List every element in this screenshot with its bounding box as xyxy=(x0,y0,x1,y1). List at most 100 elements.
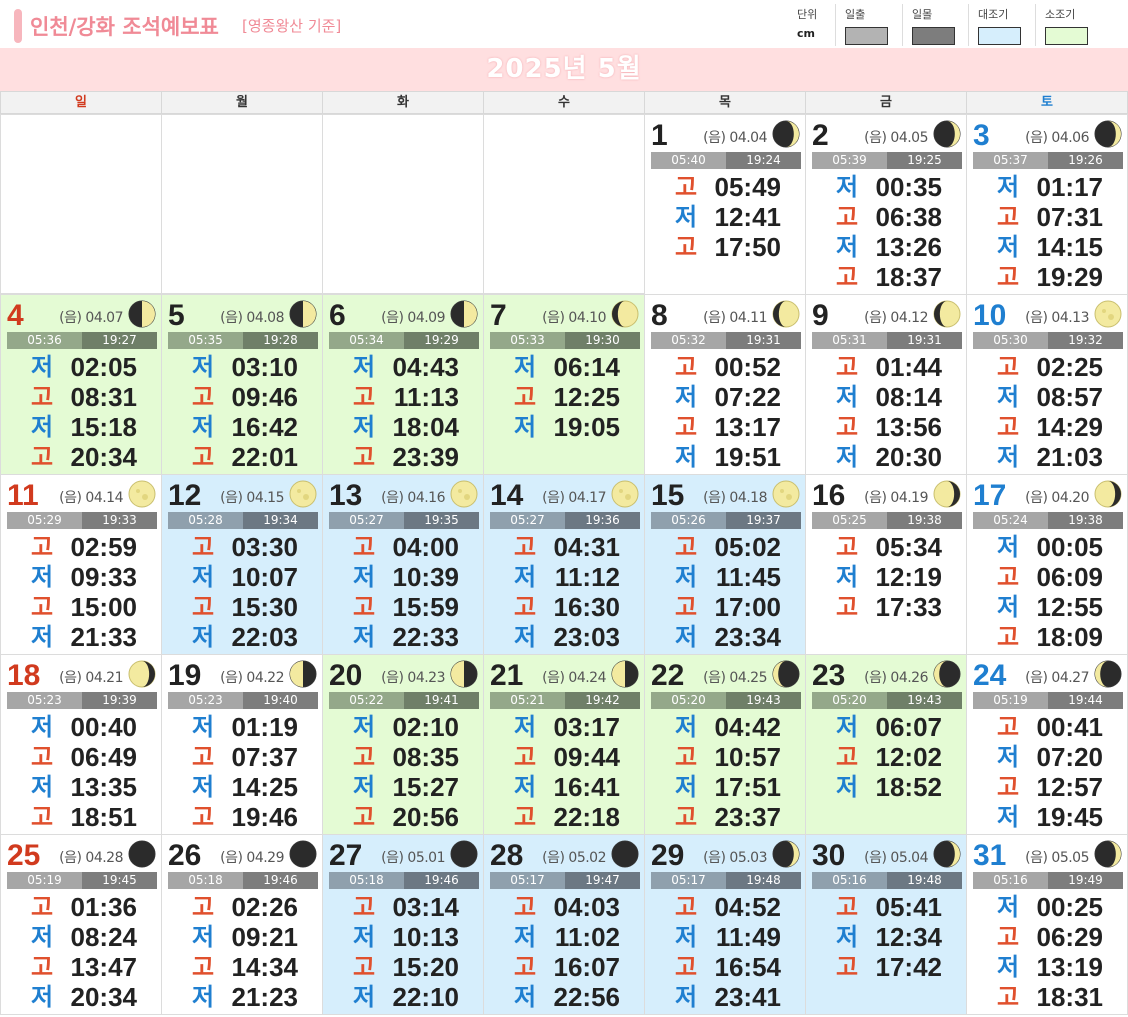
tide-time: 09:46 xyxy=(231,382,299,412)
day-cell: 2 (음) 04.05 05:39 19:25 저 00:35 고 06:38 저 13:26 고… xyxy=(805,114,967,295)
tide-time: 12:55 xyxy=(1036,592,1104,622)
tide-list: 저 03:10 고 09:46 저 16:42 고 22:01 xyxy=(162,352,322,472)
tide-time: 18:37 xyxy=(875,262,943,292)
lunar-date: (음) 04.10 xyxy=(542,310,606,326)
tide-time: 14:29 xyxy=(1036,412,1104,442)
high-tide-row: 고 02:26 xyxy=(162,892,322,922)
day-cell: 9 (음) 04.12 05:31 19:31 고 01:44 저 08:14 고 13:56 저… xyxy=(805,294,967,475)
tide-list: 고 00:52 저 07:22 고 13:17 저 19:51 xyxy=(645,352,805,472)
tide-list: 저 00:35 고 06:38 저 13:26 고 18:37 xyxy=(806,172,966,292)
high-tide-row: 고 00:41 xyxy=(967,712,1127,742)
day-cell: 31 (음) 05.05 05:16 19:49 저 00:25 고 06:29 저 13:19… xyxy=(966,834,1128,1015)
weekday-thu: 목 xyxy=(644,91,806,114)
tide-time: 11:13 xyxy=(393,382,459,412)
tide-time: 02:59 xyxy=(70,532,138,562)
low-tide-marker: 저 xyxy=(674,923,698,951)
low-tide-marker: 저 xyxy=(513,983,537,1011)
lunar-date: (음) 04.21 xyxy=(59,670,123,686)
day-cell: 7 (음) 04.10 05:33 19:30 저 06:14 고 12:25 저 19:05 xyxy=(483,294,645,475)
moon-phase-icon xyxy=(933,840,961,868)
tide-list: 고 01:44 저 08:14 고 13:56 저 20:30 xyxy=(806,352,966,472)
sun-times-bar: 05:17 19:47 xyxy=(490,872,640,889)
high-tide-row: 고 22:01 xyxy=(162,442,322,472)
lunar-date: (음) 05.05 xyxy=(1025,850,1089,866)
tide-list: 고 01:36 저 08:24 고 13:47 저 20:34 xyxy=(1,892,161,1012)
legend-spring-tide-label: 대조기 xyxy=(978,8,1009,21)
high-tide-marker: 고 xyxy=(352,443,376,471)
high-tide-marker: 고 xyxy=(513,953,537,981)
tide-list: 고 03:30 저 10:07 고 15:30 저 22:03 xyxy=(162,532,322,652)
high-tide-marker: 고 xyxy=(996,203,1020,231)
high-tide-row: 고 07:37 xyxy=(162,742,322,772)
sunset-time: 19:45 xyxy=(82,872,157,889)
lunar-date: (음) 04.19 xyxy=(864,490,928,506)
high-tide-marker: 고 xyxy=(674,353,698,381)
high-tide-marker: 고 xyxy=(835,893,859,921)
day-number: 14 xyxy=(490,479,524,512)
low-tide-row: 저 13:26 xyxy=(806,232,966,262)
moon-phase-icon xyxy=(933,120,961,148)
tide-time: 12:25 xyxy=(553,382,621,412)
sunrise-time: 05:35 xyxy=(168,332,243,349)
high-tide-marker: 고 xyxy=(674,533,698,561)
sunset-time: 19:42 xyxy=(565,692,640,709)
tide-time: 15:27 xyxy=(392,772,460,802)
day-cell: 3 (음) 04.06 05:37 19:26 저 01:17 고 07:31 저 14:15 고… xyxy=(966,114,1128,295)
high-tide-marker: 고 xyxy=(674,593,698,621)
empty-day-cell xyxy=(322,114,484,294)
sunset-time: 19:27 xyxy=(82,332,157,349)
high-tide-marker: 고 xyxy=(835,953,859,981)
tide-time: 11:02 xyxy=(554,922,620,952)
low-tide-marker: 저 xyxy=(996,803,1020,831)
low-tide-row: 저 08:57 xyxy=(967,382,1127,412)
high-tide-marker: 고 xyxy=(674,173,698,201)
day-number: 24 xyxy=(973,659,1007,692)
low-tide-marker: 저 xyxy=(996,173,1020,201)
tide-time: 06:14 xyxy=(553,352,621,382)
day-number: 19 xyxy=(168,659,202,692)
tide-time: 16:07 xyxy=(553,952,621,982)
low-tide-row: 저 10:39 xyxy=(323,562,483,592)
low-tide-row: 저 00:25 xyxy=(967,892,1127,922)
low-tide-row: 저 10:07 xyxy=(162,562,322,592)
high-tide-marker: 고 xyxy=(996,623,1020,651)
low-tide-marker: 저 xyxy=(352,923,376,951)
tide-time: 23:03 xyxy=(553,622,621,652)
tide-list: 저 04:43 고 11:13 저 18:04 고 23:39 xyxy=(323,352,483,472)
lunar-date: (음) 04.25 xyxy=(703,670,767,686)
low-tide-marker: 저 xyxy=(513,563,537,591)
sunset-time: 19:28 xyxy=(243,332,318,349)
high-tide-row: 고 16:07 xyxy=(484,952,644,982)
low-tide-row: 저 04:43 xyxy=(323,352,483,382)
low-tide-marker: 저 xyxy=(996,953,1020,981)
low-tide-row: 저 20:34 xyxy=(1,982,161,1012)
moon-phase-icon xyxy=(450,840,478,868)
high-tide-marker: 고 xyxy=(835,263,859,291)
day-cell: 19 (음) 04.22 05:23 19:40 저 01:19 고 07:37 저 14:25… xyxy=(161,654,323,835)
legend-spring-tide: 대조기 xyxy=(978,6,1021,45)
tide-time: 16:42 xyxy=(231,412,299,442)
sun-times-bar: 05:31 19:31 xyxy=(812,332,962,349)
tide-time: 06:09 xyxy=(1036,562,1104,592)
high-tide-marker: 고 xyxy=(191,743,215,771)
tide-list: 고 04:00 저 10:39 고 15:59 저 22:33 xyxy=(323,532,483,652)
low-tide-row: 저 07:20 xyxy=(967,742,1127,772)
day-number: 26 xyxy=(168,839,202,872)
tide-time: 21:03 xyxy=(1036,442,1104,472)
tide-time: 04:31 xyxy=(553,532,621,562)
low-tide-marker: 저 xyxy=(352,773,376,801)
high-tide-row: 고 13:17 xyxy=(645,412,805,442)
low-tide-row: 저 11:45 xyxy=(645,562,805,592)
legend-spring-tide-swatch xyxy=(978,27,1021,45)
low-tide-row: 저 12:41 xyxy=(645,202,805,232)
high-tide-marker: 고 xyxy=(30,743,54,771)
tide-time: 12:19 xyxy=(875,562,943,592)
low-tide-marker: 저 xyxy=(835,233,859,261)
sunrise-time: 05:27 xyxy=(490,512,565,529)
empty-day-cell xyxy=(0,114,162,294)
legend-sunrise: 일출 xyxy=(845,6,888,45)
sunrise-time: 05:24 xyxy=(973,512,1048,529)
lunar-date: (음) 04.05 xyxy=(864,130,928,146)
tide-time: 17:33 xyxy=(875,592,943,622)
day-number: 30 xyxy=(812,839,846,872)
